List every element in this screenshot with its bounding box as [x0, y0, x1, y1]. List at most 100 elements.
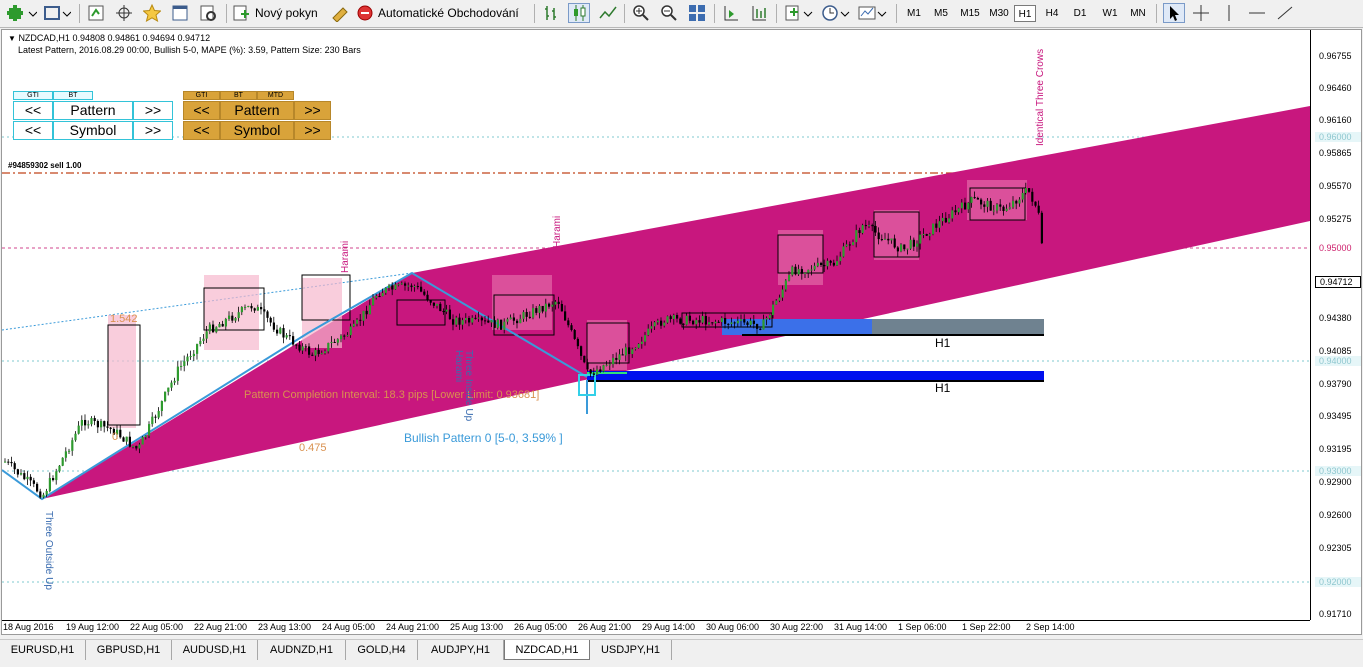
horizontal-line-icon[interactable]	[1247, 3, 1267, 23]
chart-shift-icon[interactable]	[721, 3, 741, 23]
candle-body	[365, 310, 368, 315]
vertical-line-icon[interactable]	[1219, 3, 1239, 23]
templates-icon[interactable]	[857, 3, 889, 23]
timeframe-d1[interactable]: D1	[1069, 5, 1091, 22]
candle-body	[666, 316, 669, 323]
tab-audnzd[interactable]: AUDNZD,H1	[258, 640, 346, 660]
panel-b-tag-mtd[interactable]: MTD	[257, 91, 294, 100]
candle-body	[1018, 199, 1021, 204]
timeframe-h1[interactable]: H1	[1014, 5, 1036, 22]
tab-nzdcad[interactable]: NZDCAD,H1	[504, 640, 590, 660]
strategy-tester-icon[interactable]	[198, 3, 218, 23]
candle-body	[858, 230, 861, 234]
auto-trading-button[interactable]: Automatické Obchodování	[356, 3, 526, 23]
candle-body	[551, 304, 554, 307]
candlestick-icon[interactable]	[568, 3, 590, 23]
candle-body	[698, 320, 701, 323]
candle-body	[336, 339, 339, 343]
candle-body	[122, 437, 125, 442]
trendline-icon[interactable]	[1275, 3, 1295, 23]
volume-profile-3	[302, 278, 342, 348]
crosshair-tool-icon[interactable]	[1191, 3, 1211, 23]
price-axis-line	[1310, 30, 1311, 620]
market-watch-icon[interactable]	[86, 3, 106, 23]
candle-body	[487, 320, 490, 323]
bar-chart-icon[interactable]	[541, 3, 561, 23]
panel-b-pattern-next[interactable]: >>	[294, 101, 331, 120]
candle-body	[340, 335, 343, 340]
candle-body	[375, 296, 378, 298]
profiles-icon[interactable]	[42, 3, 72, 23]
timeframe-mn[interactable]: MN	[1126, 5, 1150, 22]
panel-b-pattern-button[interactable]: Pattern	[220, 101, 294, 120]
timeframe-h4[interactable]: H4	[1041, 5, 1063, 22]
cursor-icon[interactable]	[1163, 3, 1185, 23]
tab-audusd[interactable]: AUDUSD,H1	[172, 640, 258, 660]
timeframe-m30[interactable]: M30	[985, 5, 1013, 22]
panel-a-tag-gti[interactable]: GTI	[13, 91, 53, 100]
tab-usdjpy[interactable]: USDJPY,H1	[590, 640, 672, 660]
tab-audjpy[interactable]: AUDJPY,H1	[418, 640, 504, 660]
panel-a-tag-bt[interactable]: BT	[53, 91, 93, 100]
candle-body	[964, 202, 967, 210]
candle-body	[884, 238, 887, 240]
periods-icon[interactable]	[820, 3, 852, 23]
panel-a-symbol-button[interactable]: Symbol	[53, 121, 133, 140]
tab-gold[interactable]: GOLD,H4	[346, 640, 418, 660]
candle-body	[583, 355, 586, 363]
panel-a-pattern-prev[interactable]: <<	[13, 101, 53, 120]
pattern-label-three-outside-up: Three Outside Up	[43, 511, 54, 590]
candle-body	[221, 323, 224, 327]
tile-windows-icon[interactable]	[687, 3, 707, 23]
panel-b-pattern-prev[interactable]: <<	[183, 101, 220, 120]
price-label: 0.92900	[1319, 477, 1352, 487]
candle-body	[935, 223, 938, 228]
candle-body	[852, 242, 855, 245]
h1-label-lower: H1	[935, 381, 951, 395]
indicators-icon[interactable]	[783, 3, 815, 23]
panel-a-pattern-next[interactable]: >>	[133, 101, 173, 120]
timeframe-m5[interactable]: M5	[929, 5, 953, 22]
panel-a-symbol-prev[interactable]: <<	[13, 121, 53, 140]
panel-b-tag-bt[interactable]: BT	[220, 91, 257, 100]
time-label: 29 Aug 14:00	[642, 622, 696, 632]
line-chart-icon[interactable]	[598, 3, 618, 23]
panel-b-tag-gti[interactable]: GTI	[183, 91, 220, 100]
zoom-in-icon[interactable]	[631, 3, 651, 23]
candle-body	[263, 309, 266, 312]
zoom-out-icon[interactable]	[659, 3, 679, 23]
completion-interval-label: Pattern Completion Interval: 18.3 pips […	[244, 389, 540, 401]
time-label: 22 Aug 21:00	[194, 622, 248, 632]
timeframe-m15[interactable]: M15	[956, 5, 984, 22]
navigator-icon[interactable]	[170, 3, 190, 23]
candle-body	[173, 380, 176, 383]
tab-eurusd[interactable]: EURUSD,H1	[0, 640, 86, 660]
panel-b-symbol-next[interactable]: >>	[294, 121, 331, 140]
candle-body	[461, 320, 464, 325]
candle-body	[96, 421, 99, 428]
candle-body	[439, 303, 442, 312]
candle-body	[141, 437, 144, 445]
panel-b-symbol-prev[interactable]: <<	[183, 121, 220, 140]
candle-body	[621, 354, 624, 356]
chart-window[interactable]: ▼ NZDCAD,H1 0.94808 0.94861 0.94694 0.94…	[1, 29, 1362, 635]
new-chart-icon[interactable]	[6, 3, 38, 23]
tab-gbpusd[interactable]: GBPUSD,H1	[86, 640, 172, 660]
candle-body	[1005, 208, 1008, 211]
candle-body	[538, 305, 541, 313]
order-label[interactable]: #94859302 sell 1.00	[8, 161, 81, 170]
timeframe-m1[interactable]: M1	[902, 5, 926, 22]
panel-b-symbol-button[interactable]: Symbol	[220, 121, 294, 140]
metaeditor-icon[interactable]	[330, 3, 350, 23]
panel-a-pattern-button[interactable]: Pattern	[53, 101, 133, 120]
autoscroll-icon[interactable]	[749, 3, 769, 23]
candle-body	[445, 309, 448, 312]
timeframe-w1[interactable]: W1	[1098, 5, 1122, 22]
favorites-icon[interactable]	[142, 3, 162, 23]
panel-a-symbol-next[interactable]: >>	[133, 121, 173, 140]
candle-body	[138, 444, 141, 449]
pattern-label-identical-three-crows: Identical Three Crows	[1035, 48, 1046, 146]
new-order-button[interactable]: Nový pokyn	[233, 3, 325, 23]
candle-body	[471, 317, 474, 323]
crosshair-icon[interactable]	[114, 3, 134, 23]
